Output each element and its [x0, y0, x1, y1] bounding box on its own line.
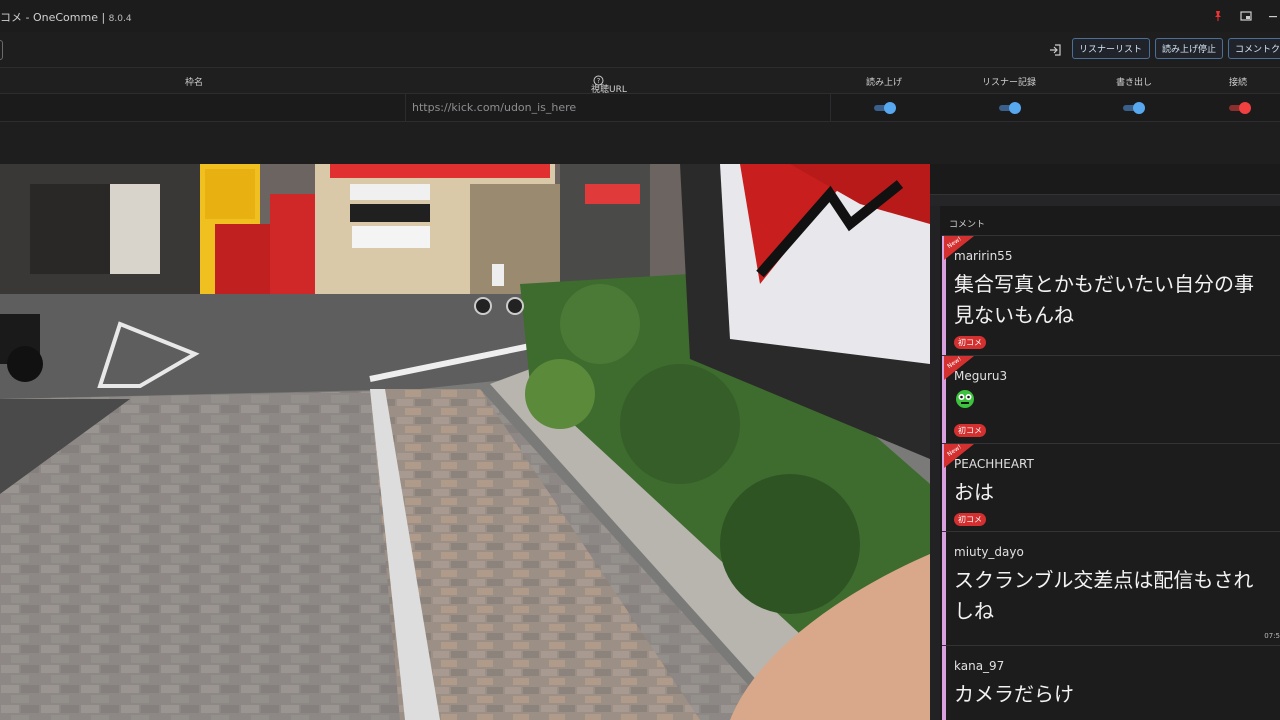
comment-panel-scroll-rail[interactable]	[930, 206, 940, 720]
comment-panel: コメント New! maririn55 集合写真とかもだいたい自分の事 見ないも…	[930, 164, 1280, 720]
picture-in-picture-icon[interactable]	[1238, 8, 1254, 24]
header-watch-url: 視聴URL ?	[591, 75, 627, 95]
comment-panel-topbar	[930, 194, 1280, 206]
stop-reading-button[interactable]: 読み上げ停止	[1155, 38, 1223, 59]
comment-username: PEACHHEART	[954, 457, 1034, 471]
comment-item[interactable]: New! Meguru3 初コメ	[942, 356, 1280, 444]
comment-text: おは	[954, 480, 994, 504]
comment-username: kana_97	[954, 659, 1005, 673]
pin-icon[interactable]	[1210, 8, 1226, 24]
comment-item[interactable]: kana_97 カメラだらけ	[942, 646, 1280, 720]
url-input[interactable]: https://kick.com/udon_is_here	[412, 101, 576, 114]
comment-text: スクランブル交差点は配信もされ	[954, 568, 1254, 592]
connect-toggle[interactable]	[1229, 102, 1251, 114]
listener-list-button[interactable]: リスナーリスト	[1072, 38, 1150, 59]
street-scene-image	[0, 164, 930, 720]
window-title: コメ - OneComme | 8.0.4	[0, 9, 132, 25]
minimize-icon[interactable]	[1265, 8, 1280, 24]
header-read-aloud: 読み上げ	[866, 78, 903, 88]
table-row: https://kick.com/udon_is_here	[0, 94, 1280, 122]
first-comment-badge: 初コメ	[954, 513, 986, 526]
header-frame-name: 枠名	[185, 78, 204, 88]
comment-button[interactable]: コメントク	[1228, 38, 1280, 59]
video-stream	[0, 164, 930, 720]
comment-stripe	[942, 532, 946, 645]
window-title-text: コメ - OneComme |	[0, 11, 109, 24]
left-edge-button[interactable]	[0, 40, 3, 60]
comment-stripe	[942, 646, 946, 720]
comment-text: 集合写真とかもだいたい自分の事	[954, 272, 1254, 296]
url-cell[interactable]: https://kick.com/udon_is_here	[405, 94, 831, 122]
app-version: 8.0.4	[108, 14, 132, 24]
comment-timestamp: 07:5	[1264, 632, 1280, 640]
comment-item[interactable]: New! PEACHHEART おは 初コメ	[942, 444, 1280, 532]
listener-record-toggle[interactable]	[999, 102, 1021, 114]
comment-username: miuty_dayo	[954, 545, 1024, 559]
first-comment-badge: 初コメ	[954, 424, 986, 437]
title-bar: コメ - OneComme | 8.0.4	[0, 0, 1280, 32]
header-listener-record: リスナー記録	[982, 78, 1037, 88]
logout-icon[interactable]	[1049, 42, 1063, 56]
comment-item[interactable]: miuty_dayo スクランブル交差点は配信もされ しね 07:5	[942, 532, 1280, 646]
header-export: 書き出し	[1116, 78, 1153, 88]
export-toggle[interactable]	[1123, 102, 1145, 114]
comment-item[interactable]: New! maririn55 集合写真とかもだいたい自分の事 見ないもんね 初コ…	[942, 236, 1280, 356]
comment-text: 見ないもんね	[954, 303, 1074, 327]
comment-text: しね	[954, 599, 994, 623]
header-connect: 接続	[1229, 78, 1248, 88]
comment-panel-title: コメント	[949, 220, 986, 230]
toolbar: リスナーリスト 読み上げ停止 コメントク	[0, 32, 1280, 68]
comment-text: カメラだらけ	[954, 682, 1074, 706]
comment-panel-header: コメント	[942, 208, 1280, 236]
table-header: 枠名 視聴URL ? 読み上げ リスナー記録 書き出し 接続	[0, 68, 1280, 95]
comment-username: maririn55	[954, 249, 1013, 263]
read-aloud-toggle[interactable]	[874, 102, 896, 114]
first-comment-badge: 初コメ	[954, 336, 986, 349]
green-face-icon	[956, 390, 974, 408]
empty-area	[0, 122, 1280, 164]
comment-username: Meguru3	[954, 369, 1008, 383]
